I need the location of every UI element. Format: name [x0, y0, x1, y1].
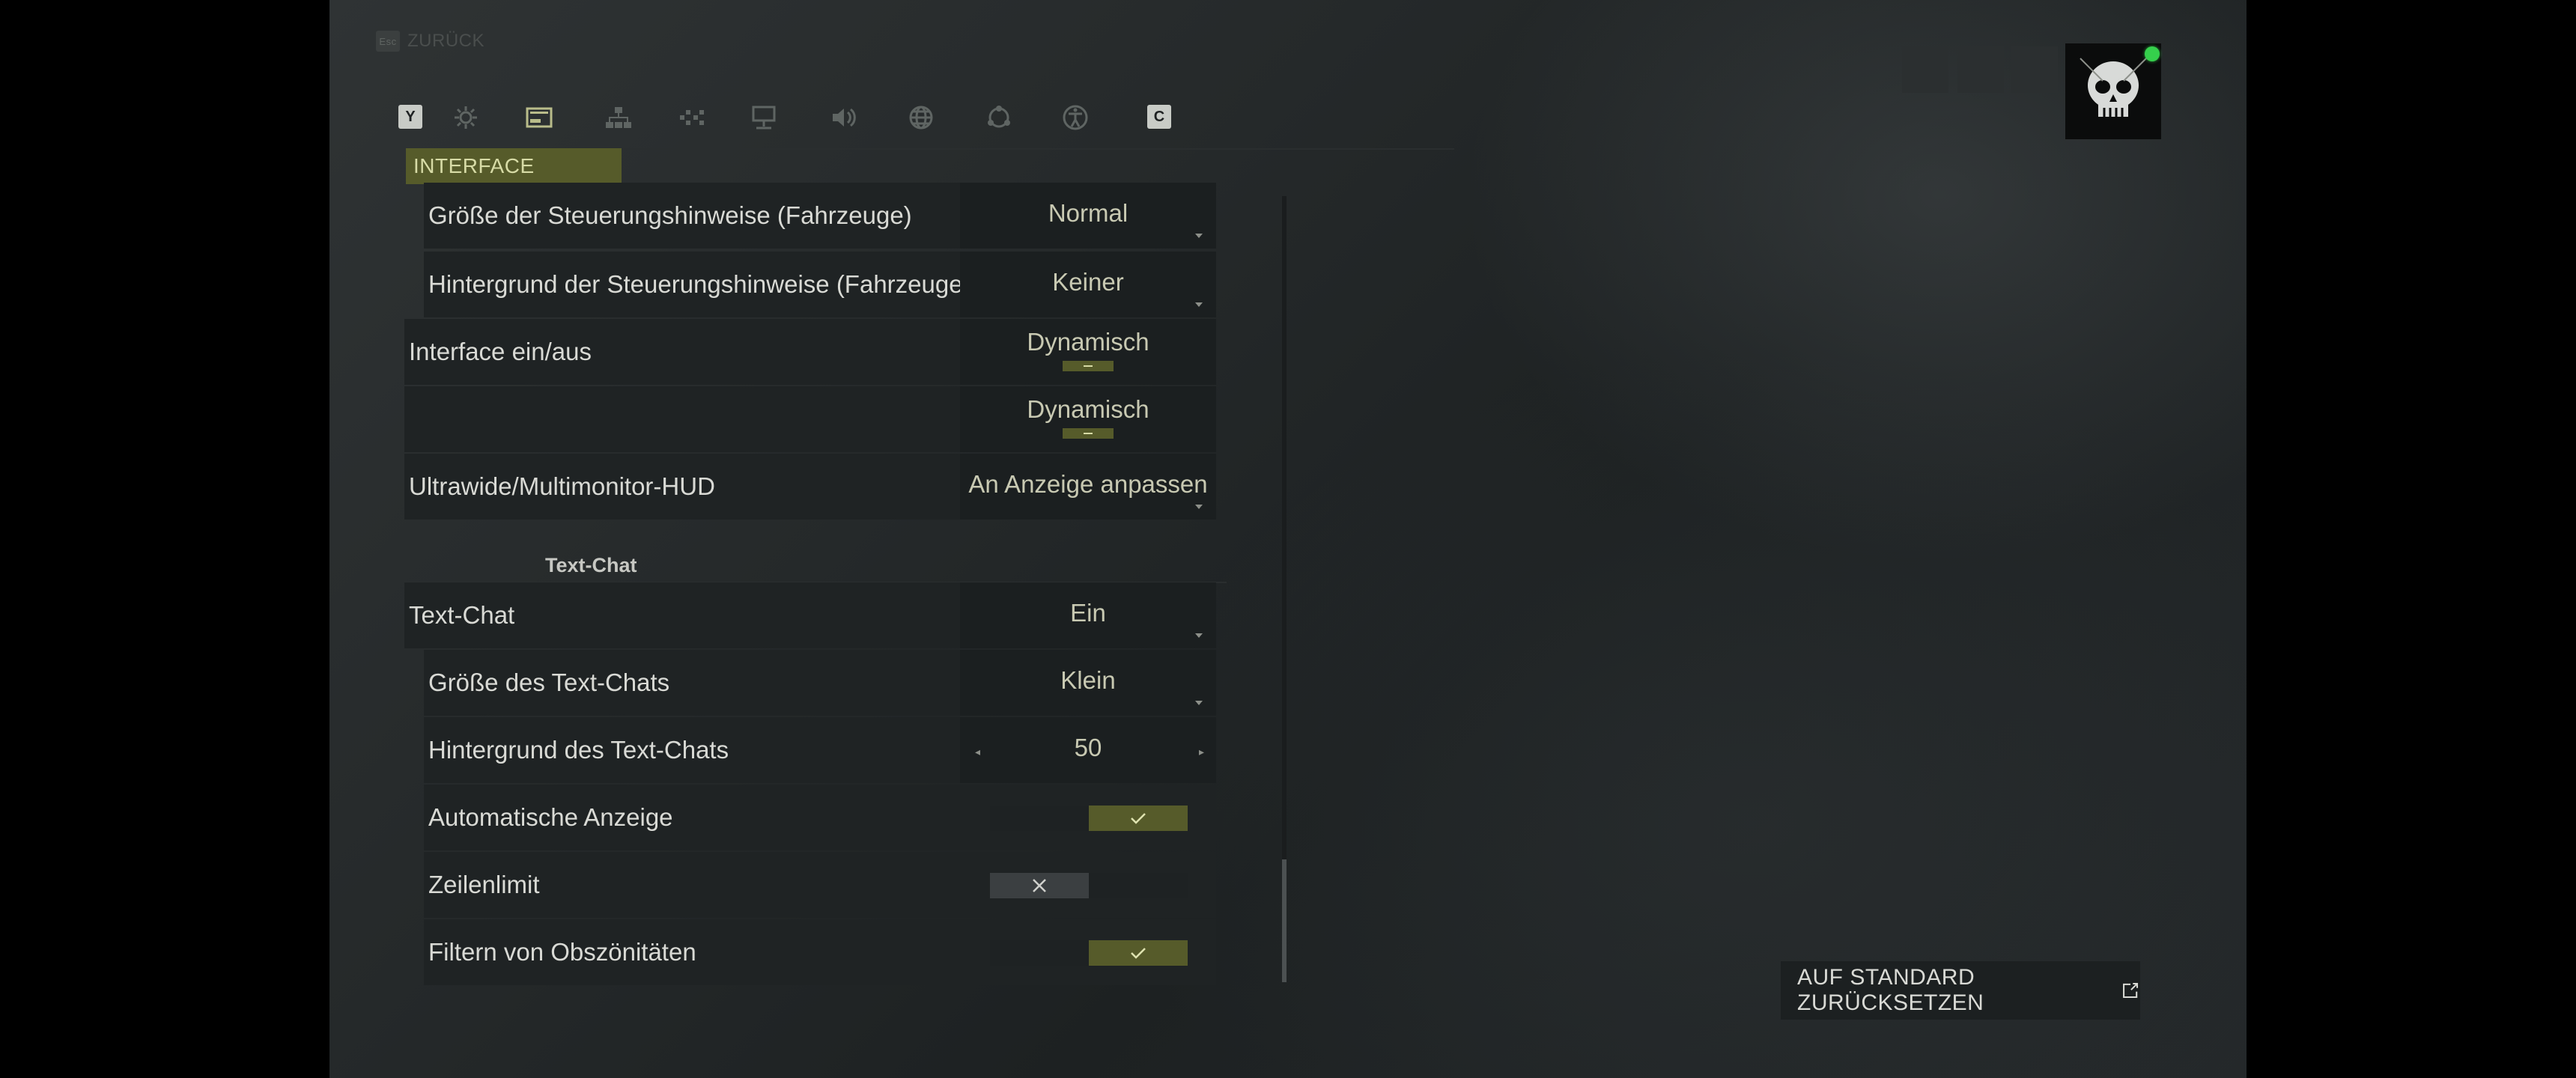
setting-label: Hintergrund des Text-Chats — [428, 736, 729, 764]
setting-row[interactable]: Ultrawide/Multimonitor-HUD An Anzeige an… — [404, 454, 1216, 520]
setting-toggle[interactable] — [990, 873, 1188, 898]
setting-label: Ultrawide/Multimonitor-HUD — [409, 472, 715, 500]
toggle-on-segment[interactable] — [1089, 873, 1188, 898]
setting-row[interactable]: Text-Chat Ein — [404, 582, 1216, 648]
setting-label: Hintergrund der Steuerungshinweise (Fahr… — [428, 270, 971, 298]
arrow-right-icon[interactable]: ▸ — [1199, 746, 1204, 758]
setting-row[interactable]: Interface ein/aus Dynamisch — [404, 319, 1216, 385]
settings-screen: Esc ZURÜCK Y C INTERFACE Größe der Steue… — [329, 0, 2247, 1078]
setting-label: Automatische Anzeige — [428, 803, 673, 831]
setting-row[interactable]: Automatische Anzeige — [424, 785, 1216, 850]
online-status-indicator — [2145, 46, 2160, 61]
chevron-down-icon — [1195, 234, 1203, 238]
toggle-on-segment[interactable] — [1089, 806, 1188, 831]
setting-label: Text-Chat — [409, 601, 515, 629]
close-icon — [1033, 879, 1046, 892]
setting-row[interactable]: Hintergrund der Steuerungshinweise (Fahr… — [424, 252, 1216, 317]
setting-selector[interactable]: Dynamisch — [960, 319, 1216, 385]
arrow-left-icon[interactable]: ◂ — [975, 746, 980, 758]
setting-toggle[interactable] — [990, 940, 1188, 966]
squad-slot[interactable] — [1902, 46, 1948, 93]
setting-slider[interactable]: ◂ 50 ▸ — [960, 717, 1216, 783]
setting-dropdown[interactable]: Klein — [960, 650, 1216, 716]
toggle-off-segment[interactable] — [990, 940, 1089, 966]
checkmark-icon — [1131, 813, 1146, 824]
setting-dropdown[interactable]: Normal — [960, 183, 1216, 249]
setting-value: 50 — [1074, 734, 1102, 761]
setting-value: An Anzeige anpassen — [968, 470, 1208, 498]
setting-toggle[interactable] — [990, 806, 1188, 831]
setting-value: Klein — [1060, 666, 1116, 694]
setting-row[interactable]: Dynamisch — [404, 386, 1216, 452]
toggle-off-segment[interactable] — [990, 873, 1089, 898]
scrollbar-thumb[interactable] — [1282, 859, 1287, 982]
setting-value: Dynamisch — [1027, 395, 1149, 423]
esc-key-icon: Esc — [376, 31, 400, 52]
setting-row[interactable]: Größe der Steuerungshinweise (Fahrzeuge)… — [424, 183, 1216, 249]
setting-value: Keiner — [1052, 268, 1124, 296]
chevron-down-icon — [1195, 701, 1203, 705]
setting-selector[interactable]: Dynamisch — [960, 386, 1216, 452]
setting-label: Interface ein/aus — [409, 338, 592, 365]
setting-row[interactable]: Zeilenlimit — [424, 852, 1216, 918]
toggle-bind-icon — [1063, 361, 1114, 371]
setting-value: Ein — [1070, 599, 1106, 627]
squad-slot[interactable] — [1957, 46, 2004, 93]
chevron-down-icon — [1195, 505, 1203, 509]
setting-row[interactable]: Filtern von Obszönitäten — [424, 919, 1216, 985]
setting-label: Filtern von Obszönitäten — [428, 938, 696, 966]
chevron-down-icon — [1195, 302, 1203, 307]
setting-label: Größe der Steuerungshinweise (Fahrzeuge) — [428, 201, 912, 229]
setting-dropdown[interactable]: An Anzeige anpassen — [960, 454, 1216, 520]
checkmark-icon — [1131, 948, 1146, 959]
setting-row[interactable]: Größe des Text-Chats Klein — [424, 650, 1216, 716]
setting-label: Größe des Text-Chats — [428, 669, 670, 696]
setting-dropdown[interactable]: Keiner — [960, 252, 1216, 317]
squad-slot[interactable] — [2011, 46, 2058, 93]
setting-value: Dynamisch — [1027, 328, 1149, 356]
chevron-down-icon — [1195, 633, 1203, 638]
toggle-off-segment[interactable] — [990, 806, 1089, 831]
setting-row[interactable]: Hintergrund des Text-Chats ◂ 50 ▸ — [424, 717, 1216, 783]
settings-list: Größe der Steuerungshinweise (Fahrzeuge)… — [404, 0, 1603, 1078]
setting-dropdown[interactable]: Ein — [960, 582, 1216, 648]
setting-label: Zeilenlimit — [428, 871, 540, 898]
section-title: Text-Chat — [545, 554, 637, 576]
reset-icon — [2122, 983, 2138, 998]
setting-value: Normal — [1048, 199, 1128, 227]
toggle-on-segment[interactable] — [1089, 940, 1188, 966]
toggle-bind-icon — [1063, 428, 1114, 439]
reset-defaults-button[interactable]: AUF STANDARD ZURÜCKSETZEN — [1781, 961, 2140, 1020]
reset-label: AUF STANDARD ZURÜCKSETZEN — [1797, 965, 1984, 1015]
